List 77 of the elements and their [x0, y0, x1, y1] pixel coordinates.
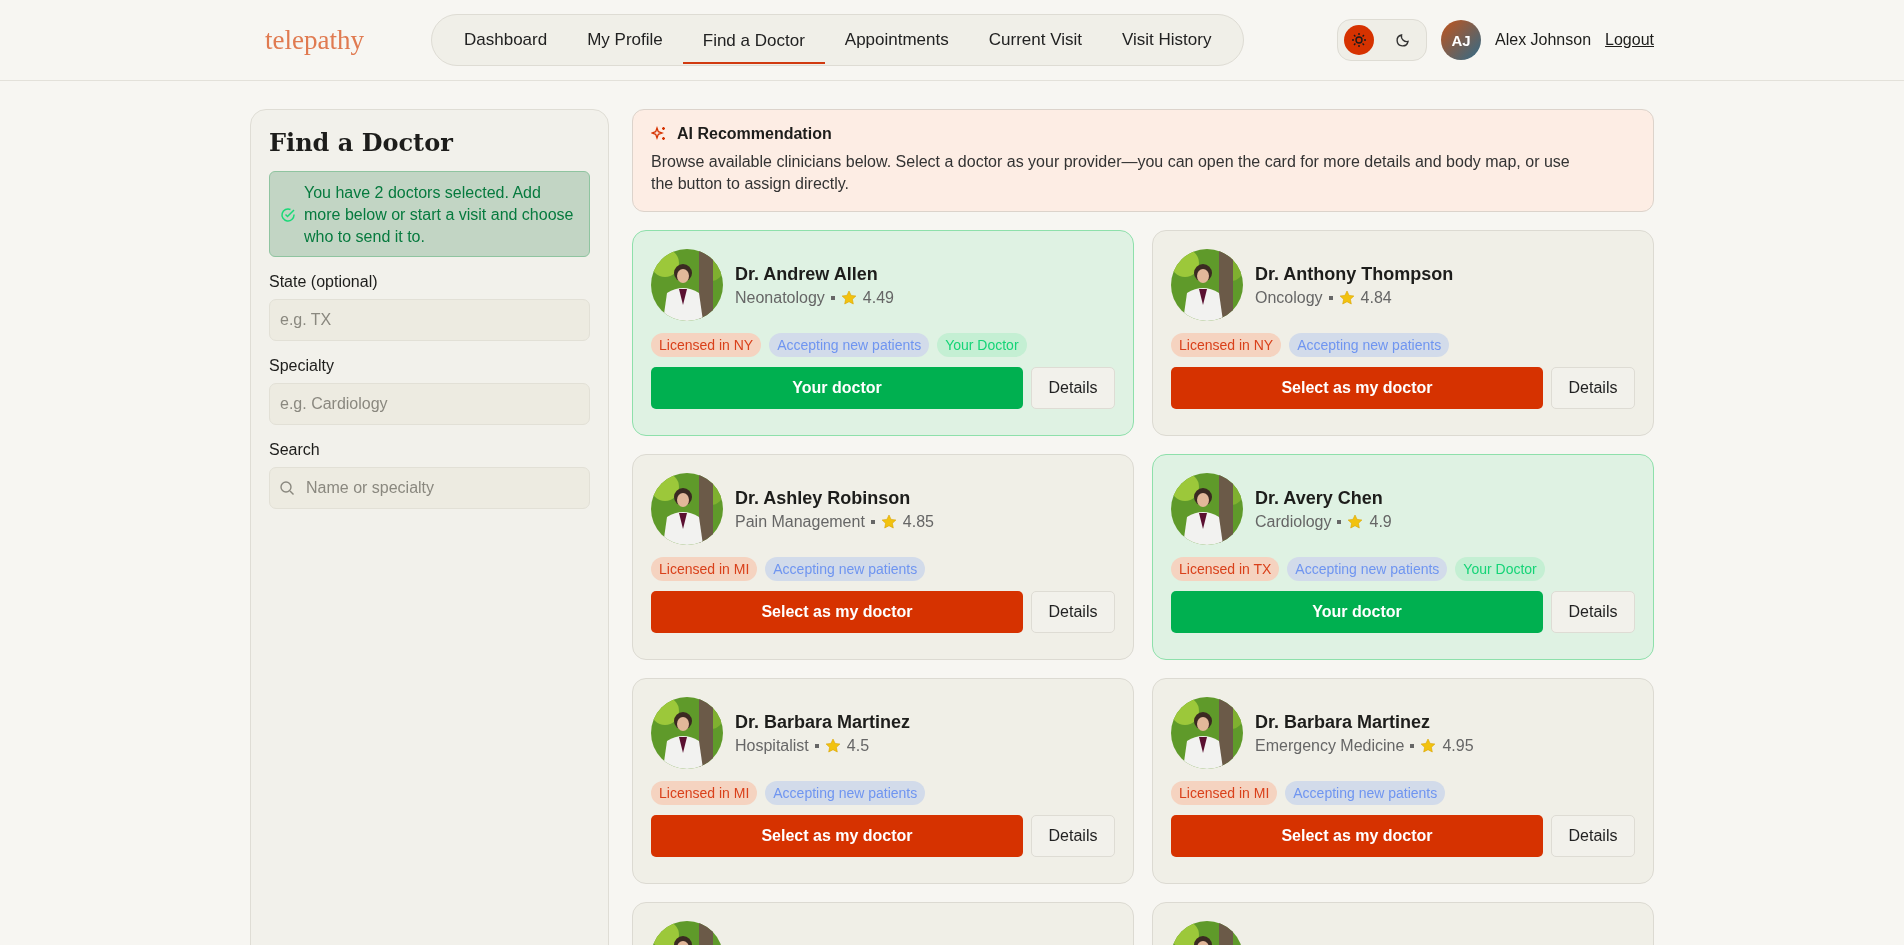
rating-text: 4.84 — [1360, 288, 1392, 307]
license-tag: Licensed in MI — [651, 781, 758, 805]
recommendation-text: Browse available clinicians below. Select a doctor as your provider—you can open the card for more details and body map, or use the button to assign directly. — [651, 152, 1571, 194]
logout-link[interactable]: Logout — [1605, 31, 1654, 49]
nav-tab[interactable]: Dashboard — [444, 16, 568, 64]
nav-tab[interactable]: Visit History — [1101, 16, 1232, 64]
license-tag: Licensed in NY — [651, 333, 762, 357]
license-tag: Licensed in NY — [1171, 333, 1282, 357]
specialty-text: Pain Management — [735, 512, 865, 531]
search-field[interactable]: Name or specialty — [269, 467, 590, 509]
status-tag: Accepting new patients — [1289, 333, 1450, 357]
rating-text: 4.85 — [902, 512, 934, 531]
select-doctor-button[interactable]: Select as my doctor — [651, 591, 1023, 633]
status-tag: Accepting new patients — [769, 333, 930, 357]
doctor-card[interactable]: Dr. Barbara Martinez Emergency Medicine 4.95 Licensed in MI Accepting new patients Select as my doctor Details — [1152, 678, 1654, 884]
doctor-name: Dr. Ashley Robinson — [735, 487, 912, 509]
nav-tab[interactable]: My Profile — [567, 16, 683, 64]
user-name: Alex Johnson — [1495, 31, 1592, 49]
field-label: Specialty — [269, 357, 335, 375]
status-tag: Accepting new patients — [1287, 557, 1448, 581]
rating-text: 4.95 — [1442, 736, 1474, 755]
check-circle-icon — [280, 207, 296, 223]
doctor-name: Dr. Andrew Allen — [735, 263, 879, 285]
your-doctor-tag: Your Doctor — [1455, 557, 1545, 581]
specialty-text: Cardiology — [1255, 512, 1332, 531]
doctor-name: Dr. Barbara Martinez — [1255, 711, 1432, 733]
license-tag: Licensed in MI — [651, 557, 758, 581]
doctor-card[interactable]: Dr. Barbara Martinez Hospitalist 4.5 Licensed in MI Accepting new patients Select as my doctor Details — [632, 678, 1134, 884]
doctor-name: Dr. Avery Chen — [1255, 487, 1384, 509]
specialty-text: Neonatology — [735, 288, 825, 307]
status-tag: Accepting new patients — [765, 557, 926, 581]
select-doctor-button[interactable]: Select as my doctor — [1171, 367, 1543, 409]
your-doctor-tag: Your Doctor — [937, 333, 1027, 357]
details-button[interactable]: Details — [1551, 815, 1635, 857]
doctor-card[interactable]: Dr. Avery Chen Cardiology 4.9 Licensed in TX Accepting new patients Your Doctor Your doctor Details — [1152, 454, 1654, 660]
star-icon — [880, 513, 897, 530]
nav-tab[interactable]: Appointments — [824, 16, 969, 64]
input-field[interactable]: e.g. Cardiology — [269, 383, 590, 425]
rating-text: 4.9 — [1369, 512, 1392, 531]
specialty-text: Hospitalist — [735, 736, 809, 755]
doctor-name: Dr. Anthony Thompson — [1255, 263, 1454, 285]
doctor-card[interactable]: Dr. Andrew Allen Neonatology 4.49 Licensed in NY Accepting new patients Your Doctor Your doctor Details — [632, 230, 1134, 436]
input-field[interactable]: e.g. TX — [269, 299, 590, 341]
notice-text: You have 2 doctors selected. Add more below or start a visit and choose who to send it to. — [304, 183, 575, 247]
select-doctor-button[interactable]: Select as my doctor — [651, 815, 1023, 857]
star-icon — [840, 289, 857, 306]
nav-tab[interactable]: Current Visit — [968, 16, 1102, 64]
status-tag: Accepting new patients — [765, 781, 926, 805]
star-icon — [824, 737, 841, 754]
sparkle-icon — [651, 126, 667, 142]
doctor-card[interactable]: Dr. Anthony Thompson Oncology 4.84 Licensed in NY Accepting new patients Select as my doctor Details — [1152, 230, 1654, 436]
details-button[interactable]: Details — [1031, 367, 1115, 409]
user-avatar[interactable]: AJ — [1441, 20, 1481, 60]
details-button[interactable]: Details — [1031, 591, 1115, 633]
specialty-text: Oncology — [1255, 288, 1323, 307]
star-icon — [1338, 289, 1355, 306]
field-label: State (optional) — [269, 273, 379, 291]
details-button[interactable]: Details — [1551, 367, 1635, 409]
license-tag: Licensed in MI — [1171, 781, 1278, 805]
select-doctor-button[interactable]: Select as my doctor — [1171, 815, 1543, 857]
rating-text: 4.49 — [862, 288, 894, 307]
details-button[interactable]: Details — [1031, 815, 1115, 857]
rating-text: 4.5 — [846, 736, 870, 755]
star-icon — [1420, 737, 1437, 754]
sun-icon[interactable] — [1344, 25, 1374, 55]
details-button[interactable]: Details — [1551, 591, 1635, 633]
field-label: Search — [269, 441, 321, 459]
panel-title: Find a Doctor — [269, 128, 454, 157]
doctor-card[interactable]: Dr. Ashley Robinson Pain Management 4.85 Licensed in MI Accepting new patients Select as my doctor Details — [632, 454, 1134, 660]
specialty-text: Emergency Medicine — [1255, 736, 1405, 755]
nav-tab[interactable]: Find a Doctor — [682, 16, 825, 64]
doctor-name: Dr. Barbara Martinez — [735, 711, 911, 733]
license-tag: Licensed in TX — [1171, 557, 1280, 581]
status-tag: Accepting new patients — [1285, 781, 1446, 805]
search-icon — [279, 480, 295, 496]
recommendation-title: AI Recommendation — [677, 125, 832, 143]
star-icon — [1347, 513, 1364, 530]
